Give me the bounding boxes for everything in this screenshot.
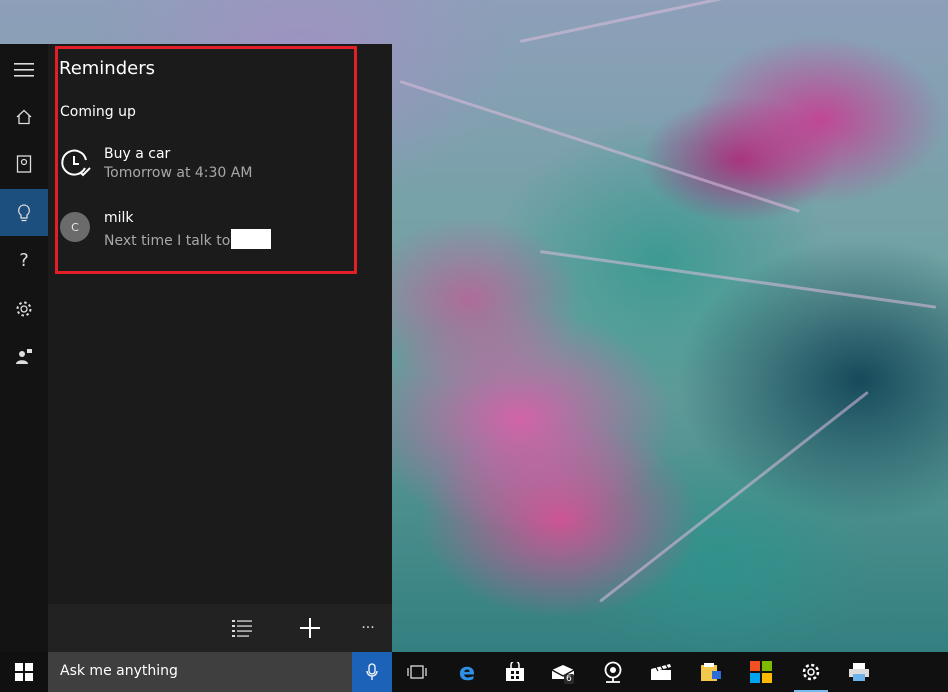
microsoft-store-logo-icon[interactable] — [738, 652, 784, 692]
edge-browser-icon[interactable]: e — [444, 652, 490, 692]
feedback-person-icon[interactable] — [0, 333, 48, 380]
cortana-nav-rail: ? — [0, 44, 48, 652]
search-input[interactable]: Ask me anything — [60, 663, 178, 679]
task-view-icon[interactable] — [394, 652, 440, 692]
reminder-title: milk — [104, 210, 134, 226]
reminders-lightbulb-icon[interactable] — [0, 189, 48, 236]
wallpaper-branch — [599, 390, 869, 603]
reminder-time: Tomorrow at 4:30 AM — [104, 165, 253, 181]
movies-icon[interactable] — [638, 652, 684, 692]
contact-avatar: C — [60, 212, 90, 242]
microphone-icon — [366, 663, 378, 680]
printer-icon[interactable] — [836, 652, 882, 692]
mail-count-badge: 6 — [564, 674, 574, 684]
settings-gear-icon[interactable] — [0, 285, 48, 332]
wallpaper-branch — [539, 250, 937, 309]
camera-icon[interactable] — [590, 652, 636, 692]
start-button[interactable] — [0, 652, 48, 692]
reminders-panel: Reminders Coming up Buy a car Tomorrow a… — [48, 44, 392, 652]
reminder-trigger-text: Next time I talk to — [104, 233, 231, 249]
notebook-icon[interactable] — [0, 140, 48, 187]
cortana-panel: ? Reminders Coming up Buy a car Tomorrow… — [0, 44, 392, 652]
home-icon[interactable] — [0, 93, 48, 140]
mail-icon[interactable]: 6 — [540, 652, 586, 692]
search-box[interactable]: Ask me anything — [48, 652, 352, 692]
file-explorer-icon[interactable] — [688, 652, 734, 692]
section-heading: Coming up — [60, 104, 136, 120]
settings-gear-icon[interactable] — [788, 652, 834, 692]
reminder-trigger: Next time I talk to — [104, 229, 272, 249]
redacted-contact-name — [231, 229, 272, 249]
wallpaper-branch — [519, 0, 814, 43]
windows-logo-icon — [15, 663, 33, 681]
hamburger-menu-icon[interactable] — [0, 46, 48, 93]
store-icon[interactable] — [492, 652, 538, 692]
page-title: Reminders — [59, 58, 155, 79]
microphone-button[interactable] — [352, 652, 392, 692]
bottom-command-bar: ··· — [48, 604, 392, 652]
reminder-item[interactable]: Buy a car Tomorrow at 4:30 AM — [60, 146, 340, 190]
list-view-icon[interactable] — [220, 604, 264, 652]
reminder-item[interactable]: C milk Next time I talk to — [60, 210, 340, 254]
wallpaper-branch — [399, 80, 800, 213]
taskbar: Ask me anything e 6 — [0, 652, 948, 692]
alarm-clock-check-icon — [60, 148, 92, 180]
help-icon[interactable]: ? — [0, 237, 48, 284]
reminder-title: Buy a car — [104, 146, 171, 162]
more-ellipsis-icon[interactable]: ··· — [346, 604, 390, 652]
add-icon[interactable] — [288, 604, 332, 652]
